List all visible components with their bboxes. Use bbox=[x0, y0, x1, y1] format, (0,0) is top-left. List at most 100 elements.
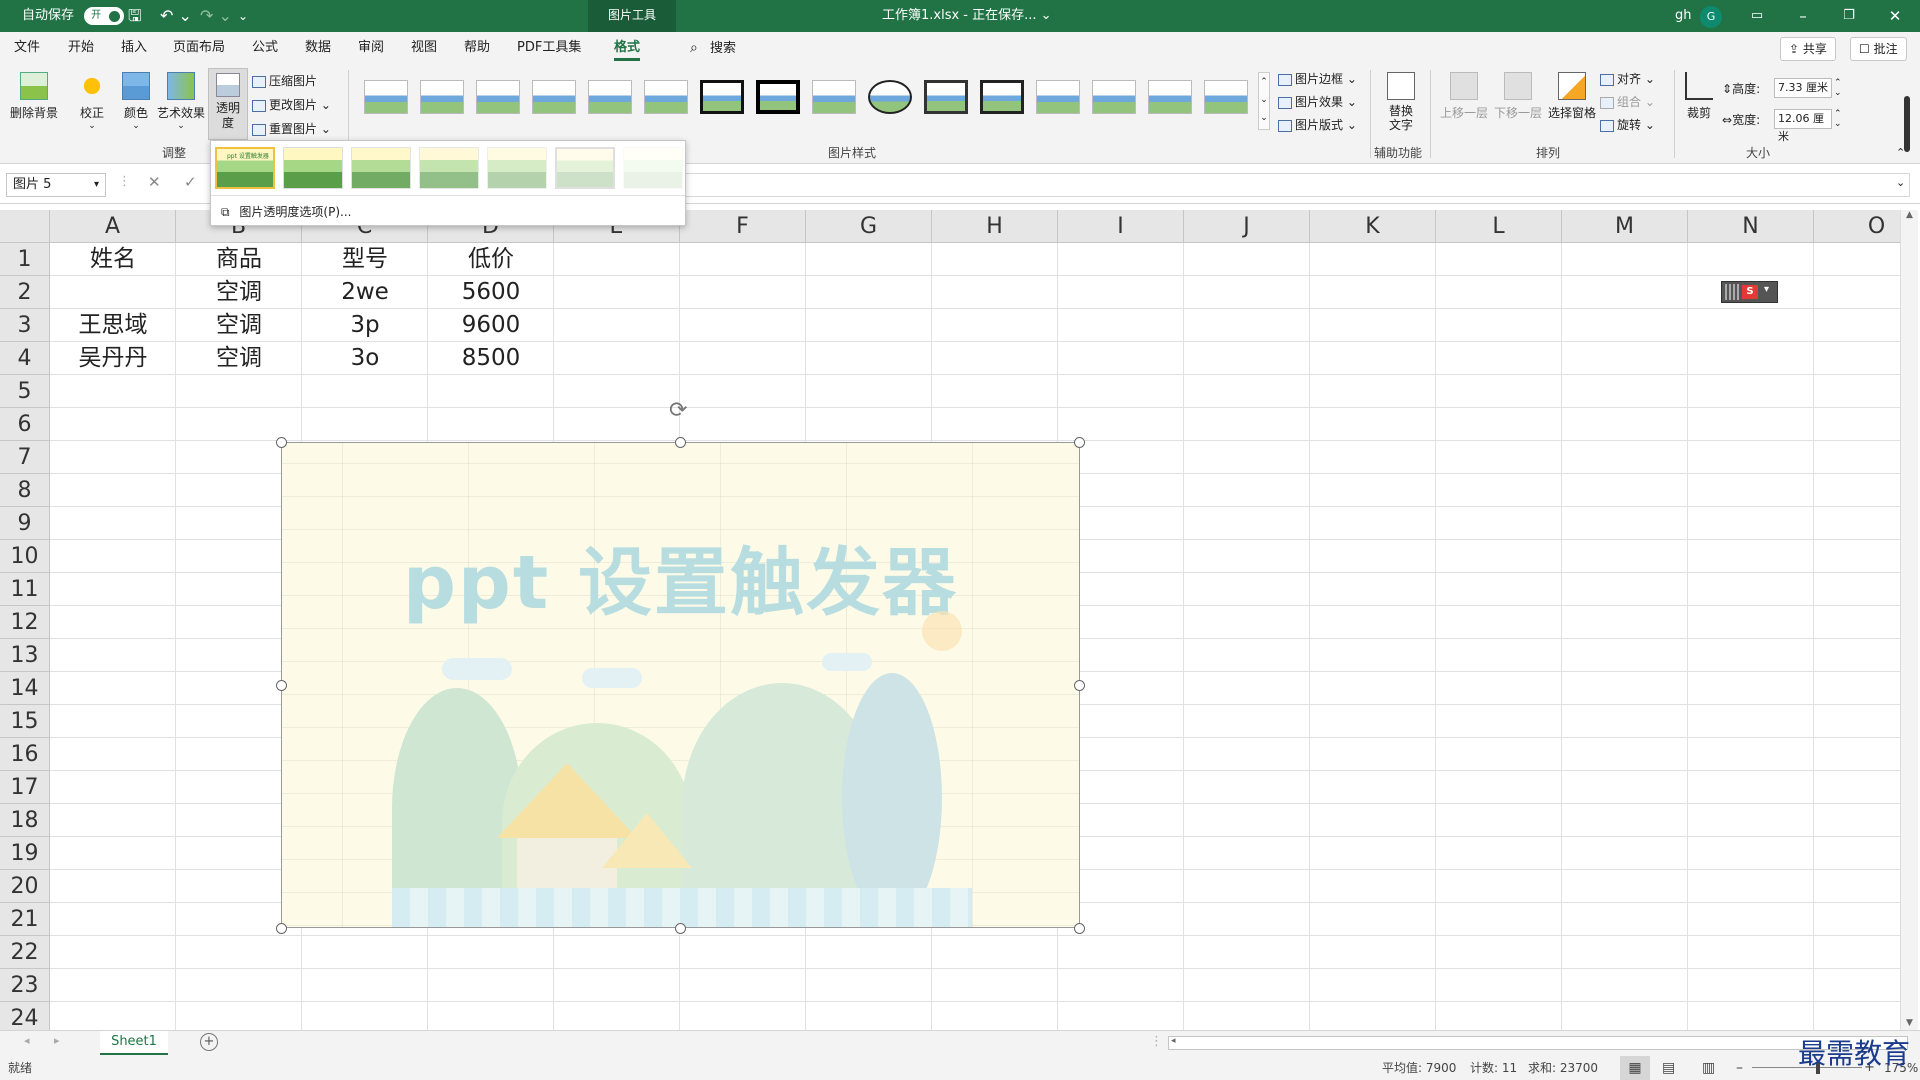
cell-a4[interactable]: 吴丹丹 bbox=[50, 342, 176, 375]
ime-menu-icon[interactable]: ▾ bbox=[1764, 284, 1769, 295]
gallery-scroll[interactable]: ⌃ ⌄ ⌄ bbox=[1258, 72, 1270, 130]
tab-file[interactable]: 文件 bbox=[14, 32, 40, 64]
column-header-f[interactable]: F bbox=[680, 210, 806, 243]
resize-handle-bottom[interactable] bbox=[675, 923, 686, 934]
row-header-23[interactable]: 23 bbox=[0, 969, 50, 1002]
height-input[interactable]: 7.33 厘米 bbox=[1774, 78, 1832, 98]
picture-style-5[interactable] bbox=[588, 80, 632, 114]
cell-c1[interactable]: 型号 bbox=[302, 243, 428, 276]
row-header-2[interactable]: 2 bbox=[0, 276, 50, 309]
cell-b4[interactable]: 空调 bbox=[176, 342, 302, 375]
picture-style-6[interactable] bbox=[644, 80, 688, 114]
resize-handle-right[interactable] bbox=[1074, 680, 1085, 691]
select-all-corner[interactable] bbox=[0, 210, 50, 243]
page-break-view-icon[interactable]: ▥ bbox=[1702, 1056, 1715, 1080]
row-header-11[interactable]: 11 bbox=[0, 573, 50, 606]
sheet-tab-sheet1[interactable]: Sheet1 bbox=[100, 1031, 168, 1055]
compress-pictures-button[interactable]: 压缩图片 bbox=[252, 72, 317, 89]
tab-split-handle[interactable]: ⋮ bbox=[1150, 1034, 1163, 1049]
picture-style-11[interactable] bbox=[924, 80, 968, 114]
row-header-12[interactable]: 12 bbox=[0, 606, 50, 639]
picture-style-8[interactable] bbox=[756, 80, 800, 114]
cell-d4[interactable]: 8500 bbox=[428, 342, 554, 375]
remove-background-button[interactable]: 删除背景 bbox=[8, 72, 60, 121]
picture-style-12[interactable] bbox=[980, 80, 1024, 114]
column-header-h[interactable]: H bbox=[932, 210, 1058, 243]
color-button[interactable]: 颜色 ⌄ bbox=[116, 72, 156, 131]
prev-sheet-icon[interactable]: ◂ bbox=[24, 1034, 30, 1047]
picture-style-2[interactable] bbox=[420, 80, 464, 114]
enter-icon[interactable]: ✓ bbox=[184, 173, 197, 191]
add-sheet-icon[interactable]: + bbox=[200, 1033, 218, 1051]
cell-d3[interactable]: 9600 bbox=[428, 309, 554, 342]
row-header-21[interactable]: 21 bbox=[0, 903, 50, 936]
search-box[interactable]: ⌕ 搜索 bbox=[690, 32, 736, 64]
resize-handle-left[interactable] bbox=[276, 680, 287, 691]
alt-text-button[interactable]: 替换 文字 bbox=[1380, 72, 1422, 132]
column-header-n[interactable]: N bbox=[1688, 210, 1814, 243]
cell-d1[interactable]: 低价 bbox=[428, 243, 554, 276]
picture-style-13[interactable] bbox=[1036, 80, 1080, 114]
cell-c3[interactable]: 3p bbox=[302, 309, 428, 342]
row-header-17[interactable]: 17 bbox=[0, 771, 50, 804]
ime-toolbar[interactable]: S ▾ bbox=[1721, 281, 1778, 303]
column-header-k[interactable]: K bbox=[1310, 210, 1436, 243]
next-sheet-icon[interactable]: ▸ bbox=[54, 1034, 60, 1047]
column-header-a[interactable]: A bbox=[50, 210, 176, 243]
cell-b1[interactable]: 商品 bbox=[176, 243, 302, 276]
window-scroll-thumb[interactable] bbox=[1904, 96, 1910, 152]
row-header-20[interactable]: 20 bbox=[0, 870, 50, 903]
resize-handle-top-right[interactable] bbox=[1074, 437, 1085, 448]
change-picture-button[interactable]: 更改图片 ⌄ bbox=[252, 96, 331, 113]
user-name[interactable]: gh bbox=[1675, 0, 1692, 32]
reset-picture-button[interactable]: 重置图片 ⌄ bbox=[252, 120, 331, 137]
tab-home[interactable]: 开始 bbox=[68, 32, 94, 64]
cell-a2[interactable] bbox=[50, 276, 176, 309]
transparency-preset-50[interactable] bbox=[419, 147, 479, 189]
column-header-m[interactable]: M bbox=[1562, 210, 1688, 243]
column-header-l[interactable]: L bbox=[1436, 210, 1562, 243]
avatar[interactable]: G bbox=[1700, 6, 1722, 28]
row-header-10[interactable]: 10 bbox=[0, 540, 50, 573]
row-header-5[interactable]: 5 bbox=[0, 375, 50, 408]
sogou-ime-icon[interactable]: S bbox=[1742, 285, 1758, 299]
tab-view[interactable]: 视图 bbox=[411, 32, 437, 64]
align-button[interactable]: 对齐 ⌄ bbox=[1600, 70, 1655, 87]
document-title[interactable]: 工作簿1.xlsx - 正在保存... ⌄ bbox=[882, 0, 1052, 32]
undo-icon[interactable]: ↶ ⌄ bbox=[160, 0, 192, 32]
row-header-1[interactable]: 1 bbox=[0, 243, 50, 276]
corrections-button[interactable]: 校正 ⌄ bbox=[72, 72, 112, 131]
column-header-j[interactable]: J bbox=[1184, 210, 1310, 243]
normal-view-icon[interactable]: ▦ bbox=[1620, 1056, 1650, 1080]
transparency-options-item[interactable]: ⧉ 图片透明度选项(P)... bbox=[221, 203, 351, 220]
save-icon[interactable]: 🖫 bbox=[128, 0, 142, 32]
tab-insert[interactable]: 插入 bbox=[121, 32, 147, 64]
width-input[interactable]: 12.06 厘米 bbox=[1774, 109, 1832, 143]
customize-toolbar-icon[interactable]: ⌄ bbox=[238, 0, 248, 32]
column-header-o[interactable]: O bbox=[1814, 210, 1900, 243]
picture-style-1[interactable] bbox=[364, 80, 408, 114]
picture-style-7[interactable] bbox=[700, 80, 744, 114]
send-backward-button[interactable]: 下移一层 bbox=[1492, 72, 1544, 121]
close-icon[interactable]: ✕ bbox=[1872, 0, 1918, 32]
scroll-left-icon[interactable]: ◂ bbox=[1171, 1036, 1176, 1046]
selected-picture[interactable]: ppt 设置触发器 bbox=[281, 442, 1080, 928]
rotate-button[interactable]: 旋转 ⌄ bbox=[1600, 116, 1655, 133]
cancel-icon[interactable]: ✕ bbox=[148, 173, 161, 191]
formula-drag-handle[interactable]: ⋮ bbox=[118, 174, 131, 189]
artistic-effects-button[interactable]: 艺术效果 ⌄ bbox=[156, 72, 206, 131]
tab-review[interactable]: 审阅 bbox=[358, 32, 384, 64]
picture-style-14[interactable] bbox=[1092, 80, 1136, 114]
minimize-icon[interactable]: – bbox=[1780, 0, 1826, 32]
row-header-3[interactable]: 3 bbox=[0, 309, 50, 342]
tab-pdf-tools[interactable]: PDF工具集 bbox=[517, 32, 581, 64]
row-header-7[interactable]: 7 bbox=[0, 441, 50, 474]
cell-a1[interactable]: 姓名 bbox=[50, 243, 176, 276]
transparency-preset-30[interactable] bbox=[351, 147, 411, 189]
zoom-out-icon[interactable]: – bbox=[1736, 1056, 1743, 1080]
transparency-preset-80[interactable] bbox=[555, 147, 615, 189]
cell-d2[interactable]: 5600 bbox=[428, 276, 554, 309]
resize-handle-bottom-left[interactable] bbox=[276, 923, 287, 934]
bring-forward-button[interactable]: 上移一层 bbox=[1438, 72, 1490, 121]
tab-page-layout[interactable]: 页面布局 bbox=[173, 32, 225, 64]
